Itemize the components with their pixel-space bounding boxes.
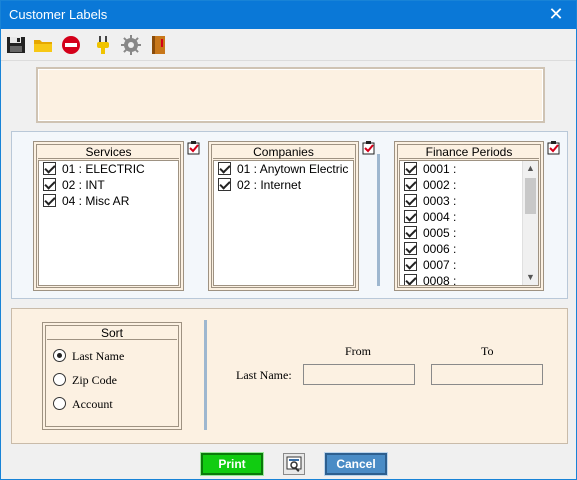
- last-name-label: Last Name:: [236, 368, 292, 382]
- list-item-label: 01 : Anytown Electric: [237, 162, 349, 176]
- scrollbar-thumb[interactable]: [525, 178, 536, 214]
- finance-periods-title: Finance Periods: [399, 145, 539, 159]
- print-preview-button[interactable]: [283, 453, 305, 475]
- book-icon[interactable]: [148, 34, 170, 56]
- close-button[interactable]: ✕: [536, 1, 576, 29]
- list-item[interactable]: 0003 :: [400, 193, 538, 209]
- from-label: From: [345, 344, 372, 358]
- window-title: Customer Labels: [9, 7, 108, 22]
- select-all-services-icon[interactable]: [187, 141, 201, 155]
- list-item-label: 0008 :: [423, 274, 457, 286]
- list-item-label: 0003 :: [423, 194, 457, 208]
- list-item[interactable]: 04 : Misc AR: [39, 193, 178, 209]
- save-icon[interactable]: [5, 34, 27, 56]
- finance-periods-list: 0001 : 0002 : 0003 : 0004 : 0005 : 0006 …: [399, 160, 539, 286]
- checkbox[interactable]: [404, 162, 417, 175]
- list-item[interactable]: 0007 :: [400, 257, 538, 273]
- list-item[interactable]: 0002 :: [400, 177, 538, 193]
- plug-icon[interactable]: [92, 34, 114, 56]
- list-item[interactable]: 01 : ELECTRIC: [39, 161, 178, 177]
- print-preview-icon: [286, 456, 302, 472]
- sort-range-panel: Sort Last Name Zip Code Account From To …: [11, 308, 568, 444]
- to-label: To: [481, 344, 494, 358]
- checkbox[interactable]: [404, 242, 417, 255]
- companies-group: Companies 01 : Anytown Electric 02 : Int…: [208, 141, 359, 291]
- finance-periods-group: Finance Periods 0001 : 0002 : 0003 : 000…: [394, 141, 544, 291]
- title-bar: Customer Labels ✕: [1, 1, 576, 29]
- list-item[interactable]: 01 : Anytown Electric: [214, 161, 353, 177]
- print-button[interactable]: Print: [201, 453, 263, 475]
- list-item-label: 01 : ELECTRIC: [62, 162, 145, 176]
- services-group: Services 01 : ELECTRIC 02 : INT 04 : Mis…: [33, 141, 184, 291]
- select-all-companies-icon[interactable]: [362, 141, 376, 155]
- cancel-button[interactable]: Cancel: [325, 453, 387, 475]
- stop-icon[interactable]: [60, 34, 82, 56]
- radio-label: Account: [72, 397, 113, 411]
- sort-title: Sort: [47, 326, 177, 340]
- list-item[interactable]: 0005 :: [400, 225, 538, 241]
- checkbox[interactable]: [43, 194, 56, 207]
- to-field[interactable]: [431, 364, 543, 385]
- sort-option-account[interactable]: Account: [53, 396, 113, 412]
- gear-icon[interactable]: [120, 34, 142, 56]
- checkbox[interactable]: [404, 210, 417, 223]
- customer-labels-window: Customer Labels ✕ Services 01 : ELECTRIC: [0, 0, 577, 480]
- list-item-label: 0005 :: [423, 226, 457, 240]
- services-list: 01 : ELECTRIC 02 : INT 04 : Misc AR: [38, 160, 179, 286]
- list-item-label: 0004 :: [423, 210, 457, 224]
- list-item-label: 04 : Misc AR: [62, 194, 130, 208]
- panel-divider: [377, 154, 380, 286]
- checkbox[interactable]: [218, 178, 231, 191]
- list-item[interactable]: 02 : INT: [39, 177, 178, 193]
- from-field[interactable]: [303, 364, 415, 385]
- panel-divider: [204, 320, 207, 430]
- list-item[interactable]: 0006 :: [400, 241, 538, 257]
- scroll-up-icon[interactable]: ▲: [523, 161, 538, 176]
- radio-button[interactable]: [53, 397, 66, 410]
- radio-button[interactable]: [53, 373, 66, 386]
- list-item[interactable]: 02 : Internet: [214, 177, 353, 193]
- checkbox[interactable]: [218, 162, 231, 175]
- list-item[interactable]: 0004 :: [400, 209, 538, 225]
- vertical-scrollbar[interactable]: ▲ ▼: [522, 161, 538, 285]
- checkbox[interactable]: [404, 178, 417, 191]
- checkbox[interactable]: [404, 274, 417, 285]
- radio-button[interactable]: [53, 349, 66, 362]
- sort-option-zip-code[interactable]: Zip Code: [53, 372, 117, 388]
- list-item-label: 02 : Internet: [237, 178, 302, 192]
- checkbox[interactable]: [404, 258, 417, 271]
- list-item-label: 0002 :: [423, 178, 457, 192]
- list-item-label: 0007 :: [423, 258, 457, 272]
- filter-panel: Services 01 : ELECTRIC 02 : INT 04 : Mis…: [11, 131, 568, 299]
- list-item-label: 02 : INT: [62, 178, 105, 192]
- sort-option-last-name[interactable]: Last Name: [53, 348, 124, 364]
- select-all-periods-icon[interactable]: [547, 141, 561, 155]
- list-item[interactable]: 0008 :: [400, 273, 538, 286]
- list-item-label: 0001 :: [423, 162, 457, 176]
- services-title: Services: [38, 145, 179, 159]
- open-folder-icon[interactable]: [32, 34, 54, 56]
- list-item[interactable]: 0001 :: [400, 161, 538, 177]
- list-item-label: 0006 :: [423, 242, 457, 256]
- toolbar: [1, 29, 576, 61]
- checkbox[interactable]: [404, 194, 417, 207]
- checkbox[interactable]: [404, 226, 417, 239]
- radio-label: Zip Code: [72, 373, 117, 387]
- checkbox[interactable]: [43, 162, 56, 175]
- message-banner: [36, 67, 545, 123]
- companies-list: 01 : Anytown Electric 02 : Internet: [213, 160, 354, 286]
- companies-title: Companies: [213, 145, 354, 159]
- checkbox[interactable]: [43, 178, 56, 191]
- radio-label: Last Name: [72, 349, 125, 363]
- scroll-down-icon[interactable]: ▼: [523, 270, 538, 285]
- sort-group: Sort Last Name Zip Code Account: [42, 322, 182, 430]
